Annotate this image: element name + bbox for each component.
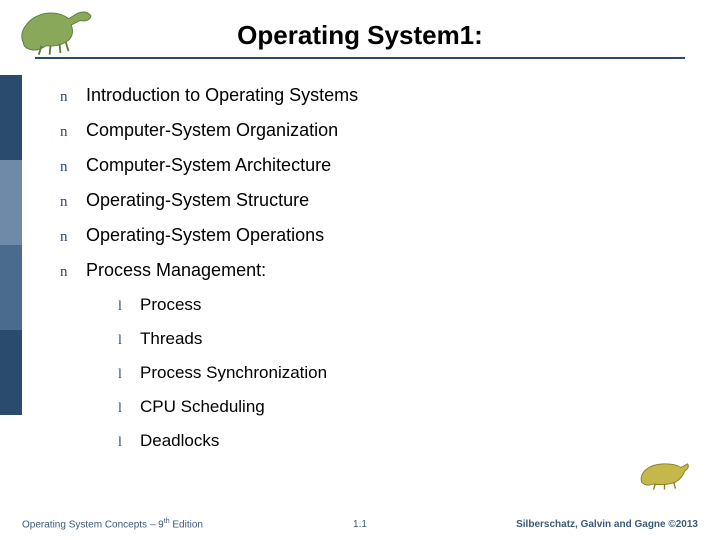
list-item-text: Operating-System Operations — [86, 225, 324, 246]
bullet-l-icon: l — [118, 333, 140, 349]
footer-authors: Silberschatz, Galvin and Gagne ©2013 — [516, 519, 698, 530]
list-item: n Process Management: — [60, 260, 680, 281]
sublist-item-text: Threads — [140, 329, 202, 349]
list-item: n Computer-System Organization — [60, 120, 680, 141]
list-item-text: Introduction to Operating Systems — [86, 85, 358, 106]
sublist-item-text: Deadlocks — [140, 431, 219, 451]
bullet-l-icon: l — [118, 401, 140, 417]
bullet-n-icon: n — [60, 229, 86, 246]
list-item-text: Process Management: — [86, 260, 266, 281]
list-item-text: Computer-System Organization — [86, 120, 338, 141]
slide-header: Operating System1: — [30, 20, 690, 59]
sublist: l Process l Threads l Process Synchroniz… — [118, 295, 680, 451]
list-item: n Operating-System Structure — [60, 190, 680, 211]
slide-title: Operating System1: — [30, 20, 690, 57]
sublist-item: l Threads — [118, 329, 680, 349]
bullet-n-icon: n — [60, 194, 86, 211]
sublist-item: l Process Synchronization — [118, 363, 680, 383]
slide-content: n Introduction to Operating Systems n Co… — [60, 85, 680, 465]
bullet-n-icon: n — [60, 159, 86, 176]
sublist-item-text: CPU Scheduling — [140, 397, 265, 417]
slide-footer: Operating System Concepts – 9th Edition … — [0, 508, 720, 530]
list-item-text: Computer-System Architecture — [86, 155, 331, 176]
sublist-item-text: Process Synchronization — [140, 363, 327, 383]
sidebar-stripe — [0, 75, 22, 415]
bullet-n-icon: n — [60, 264, 86, 281]
list-item-text: Operating-System Structure — [86, 190, 309, 211]
title-underline — [35, 57, 685, 59]
bullet-n-icon: n — [60, 124, 86, 141]
list-item: n Operating-System Operations — [60, 225, 680, 246]
sublist-item: l CPU Scheduling — [118, 397, 680, 417]
bullet-l-icon: l — [118, 435, 140, 451]
bullet-l-icon: l — [118, 367, 140, 383]
list-item: n Computer-System Architecture — [60, 155, 680, 176]
list-item: n Introduction to Operating Systems — [60, 85, 680, 106]
sublist-item-text: Process — [140, 295, 201, 315]
bullet-n-icon: n — [60, 89, 86, 106]
sublist-item: l Process — [118, 295, 680, 315]
bullet-l-icon: l — [118, 299, 140, 315]
sublist-item: l Deadlocks — [118, 431, 680, 451]
